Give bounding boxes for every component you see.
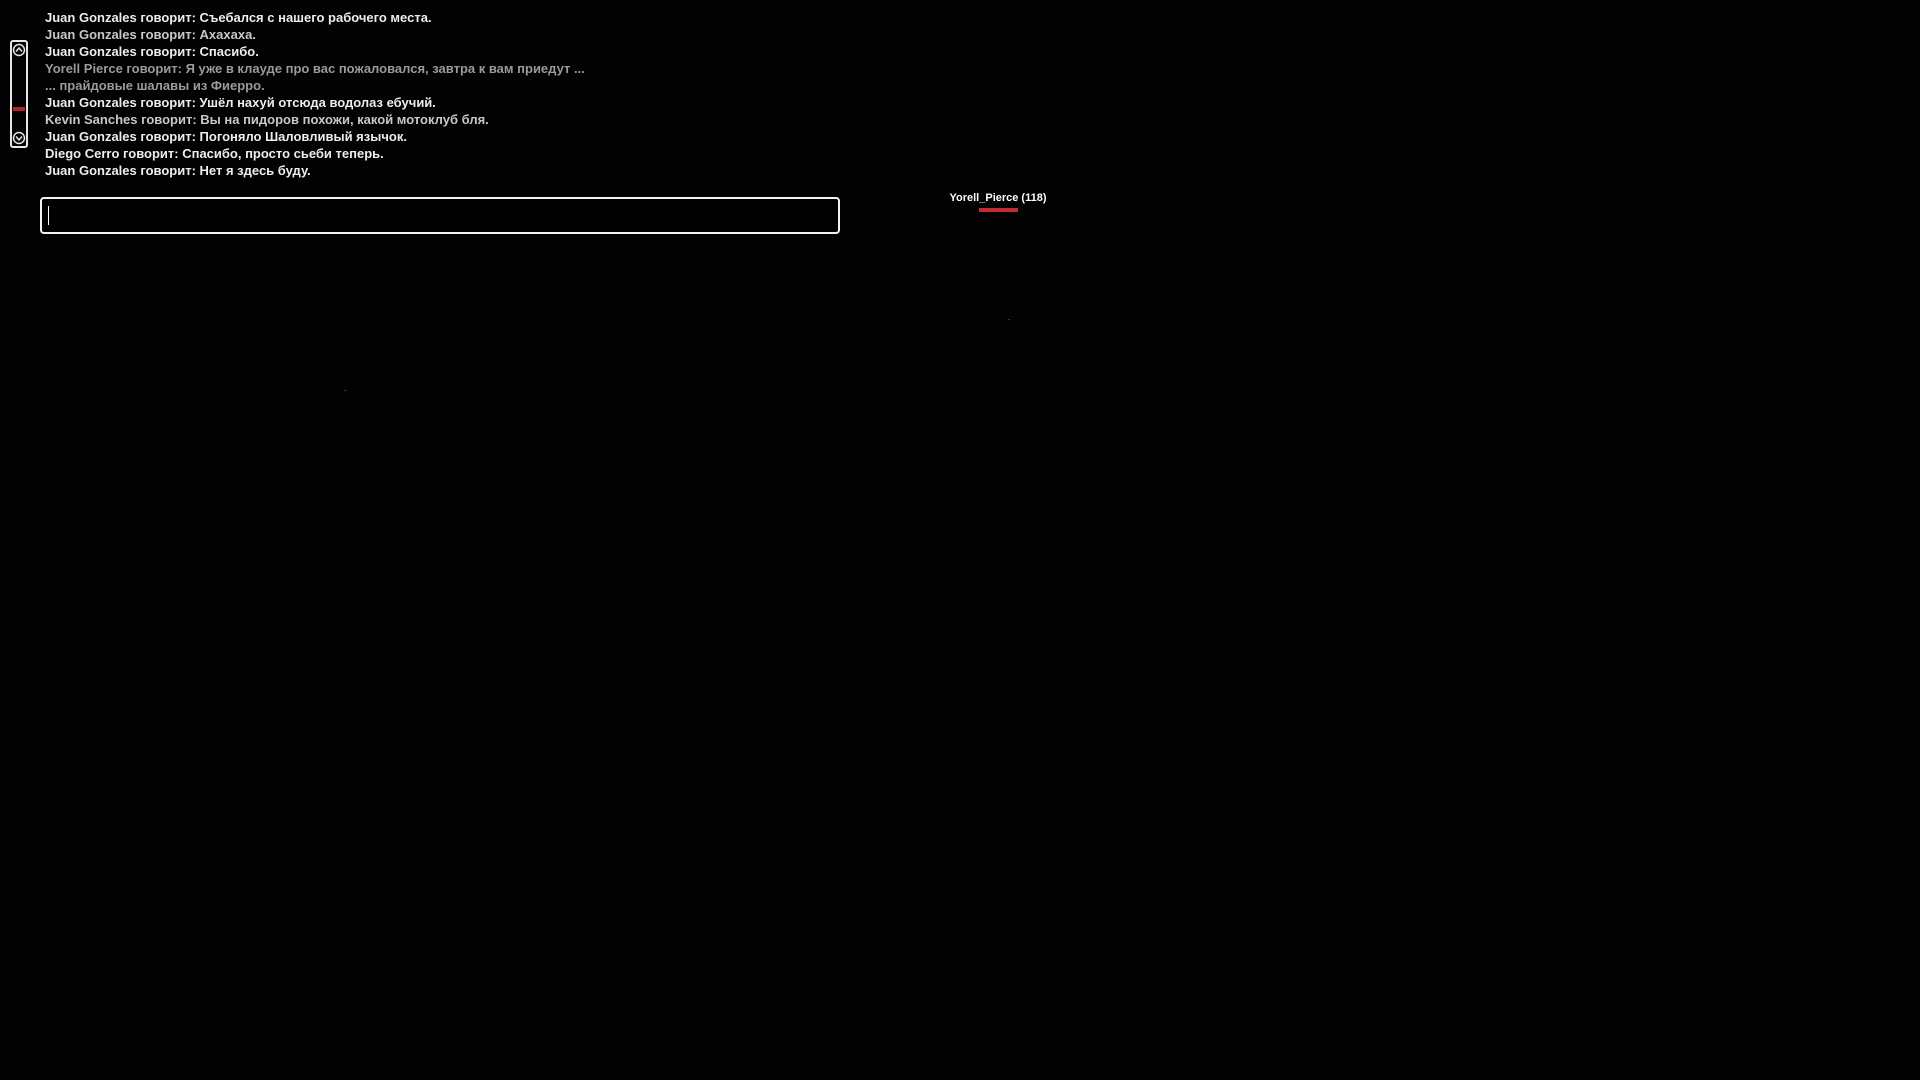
chat-line: Juan Gonzales говорит: Ушёл нахуй отсюда… xyxy=(45,95,436,110)
chat-input[interactable] xyxy=(40,197,840,234)
player-health-bar xyxy=(978,208,1018,212)
chat-scrollbar[interactable] xyxy=(10,40,28,148)
scroll-thumb[interactable] xyxy=(13,107,25,111)
text-caret xyxy=(48,206,49,225)
chat-line: Juan Gonzales говорит: Спасибо. xyxy=(45,44,259,59)
scene-speck xyxy=(1008,319,1010,320)
chat-line: Juan Gonzales говорит: Ахахаха. xyxy=(45,27,256,42)
chat-line: Juan Gonzales говорит: Съебался с нашего… xyxy=(45,10,432,25)
chat-line: Diego Cerro говорит: Спасибо, просто сье… xyxy=(45,146,384,161)
chat-line: Kevin Sanches говорит: Вы на пидоров пох… xyxy=(45,112,489,127)
player-nametag-group: Yorell_Pierce (118) xyxy=(920,191,1076,212)
chat-log: Juan Gonzales говорит: Съебался с нашего… xyxy=(45,9,585,179)
player-health-fill xyxy=(978,208,1018,212)
scene-speck xyxy=(344,390,346,391)
chat-line: Yorell Pierce говорит: Я уже в клауде пр… xyxy=(45,61,585,76)
chevron-up-icon[interactable] xyxy=(12,43,26,57)
player-nametag: Yorell_Pierce (118) xyxy=(949,192,1047,204)
game-viewport: Juan Gonzales говорит: Съебался с нашего… xyxy=(0,0,1920,1080)
chat-line: Juan Gonzales говорит: Нет я здесь буду. xyxy=(45,163,311,178)
chat-line: ... прайдовые шалавы из Фиерро. xyxy=(45,78,265,93)
chevron-down-icon[interactable] xyxy=(12,131,26,145)
chat-line: Juan Gonzales говорит: Погоняло Шаловлив… xyxy=(45,129,407,144)
